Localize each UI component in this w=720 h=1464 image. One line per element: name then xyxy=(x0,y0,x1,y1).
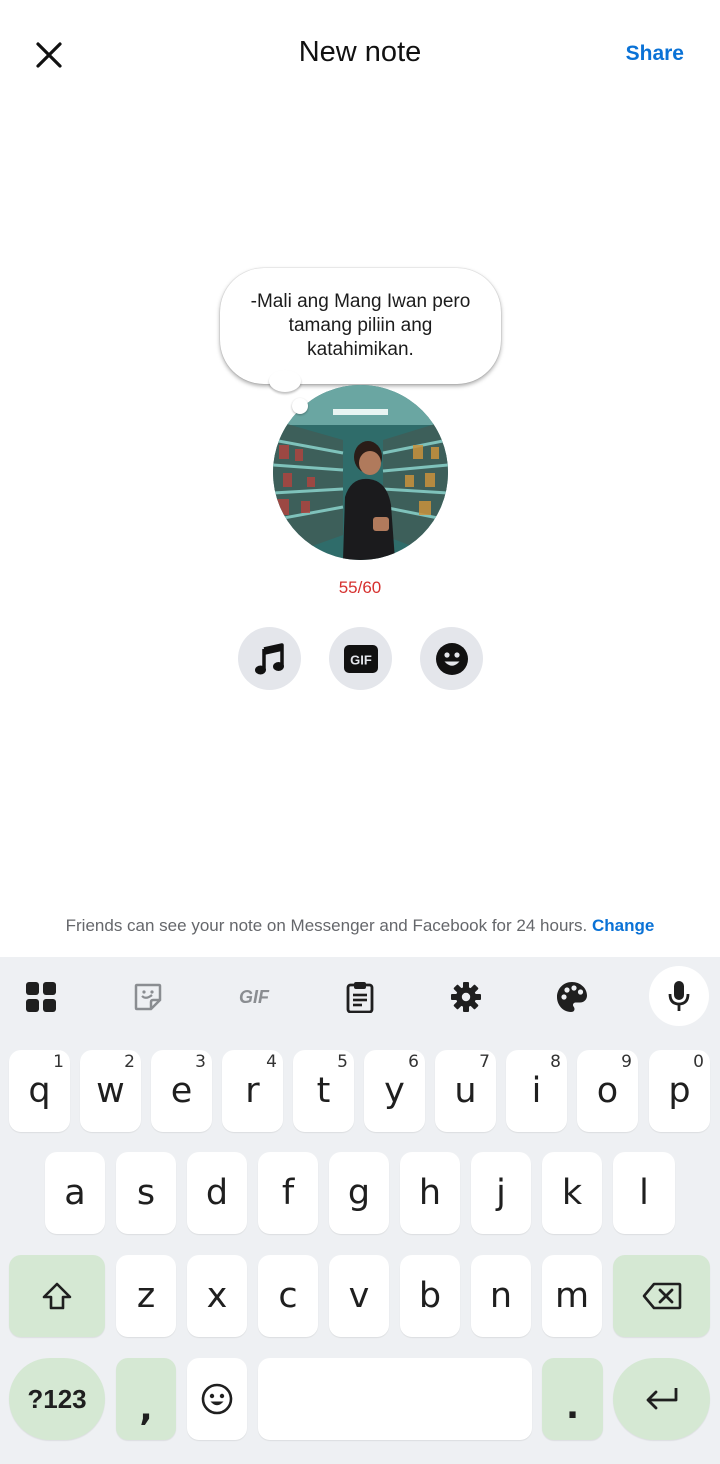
key-z[interactable]: z xyxy=(116,1255,176,1337)
key-s[interactable]: s xyxy=(116,1152,176,1234)
page-title: New note xyxy=(298,36,422,68)
svg-text:GIF: GIF xyxy=(239,987,270,1007)
note-input[interactable]: -Mali ang Mang Iwan pero tamang piliin a… xyxy=(220,268,501,384)
keyboard-gif-button[interactable]: GIF xyxy=(231,975,277,1019)
key-i[interactable]: i8 xyxy=(506,1050,567,1132)
key-y[interactable]: y6 xyxy=(364,1050,425,1132)
sticker-icon[interactable] xyxy=(126,975,170,1019)
keyboard-toolbar: GIF xyxy=(0,957,720,1037)
emoji-button[interactable] xyxy=(420,627,483,690)
key-q[interactable]: q1 xyxy=(9,1050,70,1132)
key-x[interactable]: x xyxy=(187,1255,247,1337)
gif-icon: GIF xyxy=(343,644,378,673)
key-f[interactable]: f xyxy=(258,1152,318,1234)
settings-icon[interactable] xyxy=(444,975,488,1019)
palette-icon[interactable] xyxy=(550,975,594,1019)
key-o[interactable]: o9 xyxy=(577,1050,638,1132)
thought-bubble-dot xyxy=(292,398,308,414)
period-key[interactable]: . xyxy=(542,1358,603,1440)
key-l[interactable]: l xyxy=(613,1152,675,1234)
key-c[interactable]: c xyxy=(258,1255,318,1337)
key-t[interactable]: t5 xyxy=(293,1050,354,1132)
key-m[interactable]: m xyxy=(542,1255,602,1337)
visibility-notice-text: Friends can see your note on Messenger a… xyxy=(65,916,588,935)
music-button[interactable] xyxy=(238,627,301,690)
backspace-icon xyxy=(642,1282,681,1310)
header: New note Share xyxy=(0,0,720,110)
key-d[interactable]: d xyxy=(187,1152,247,1234)
shift-icon xyxy=(42,1282,72,1310)
character-counter: 55/60 xyxy=(338,578,382,597)
key-e[interactable]: e3 xyxy=(151,1050,212,1132)
comma-key[interactable]: , xyxy=(116,1358,176,1440)
gif-button[interactable]: GIF xyxy=(329,627,392,690)
share-button[interactable]: Share xyxy=(626,42,684,66)
thought-bubble-tail xyxy=(269,370,301,392)
keyboard: GIF q 1 w 2 e 3 r 4 t 5 y 6 u 7 i 8 o 9 … xyxy=(0,957,720,1464)
svg-text:GIF: GIF xyxy=(350,652,372,667)
clipboard-icon[interactable] xyxy=(338,975,382,1019)
key-g[interactable]: g xyxy=(329,1152,389,1234)
change-audience-link[interactable]: Change xyxy=(592,916,654,935)
key-n[interactable]: n xyxy=(471,1255,531,1337)
emoji-icon xyxy=(201,1383,233,1415)
key-w[interactable]: w2 xyxy=(80,1050,141,1132)
key-p[interactable]: p0 xyxy=(649,1050,710,1132)
key-a[interactable]: a xyxy=(45,1152,105,1234)
key-b[interactable]: b xyxy=(400,1255,460,1337)
key-k[interactable]: k xyxy=(542,1152,602,1234)
backspace-key[interactable] xyxy=(613,1255,710,1337)
key-u[interactable]: u7 xyxy=(435,1050,496,1132)
emoji-key[interactable] xyxy=(187,1358,247,1440)
key-j[interactable]: j xyxy=(471,1152,531,1234)
key-v[interactable]: v xyxy=(329,1255,389,1337)
gif-icon: GIF xyxy=(239,987,270,1007)
emoji-icon xyxy=(435,642,468,675)
key-r[interactable]: r4 xyxy=(222,1050,283,1132)
mic-icon xyxy=(668,981,690,1011)
apps-grid-icon[interactable] xyxy=(19,975,63,1019)
visibility-notice: Friends can see your note on Messenger a… xyxy=(0,916,720,936)
symbols-key[interactable]: ?123 xyxy=(9,1358,105,1440)
key-h[interactable]: h xyxy=(400,1152,460,1234)
voice-input-button[interactable] xyxy=(649,966,709,1026)
shift-key[interactable] xyxy=(9,1255,105,1337)
music-icon xyxy=(254,642,284,674)
space-key[interactable] xyxy=(258,1358,532,1440)
enter-icon xyxy=(646,1388,677,1410)
enter-key[interactable] xyxy=(613,1358,710,1440)
